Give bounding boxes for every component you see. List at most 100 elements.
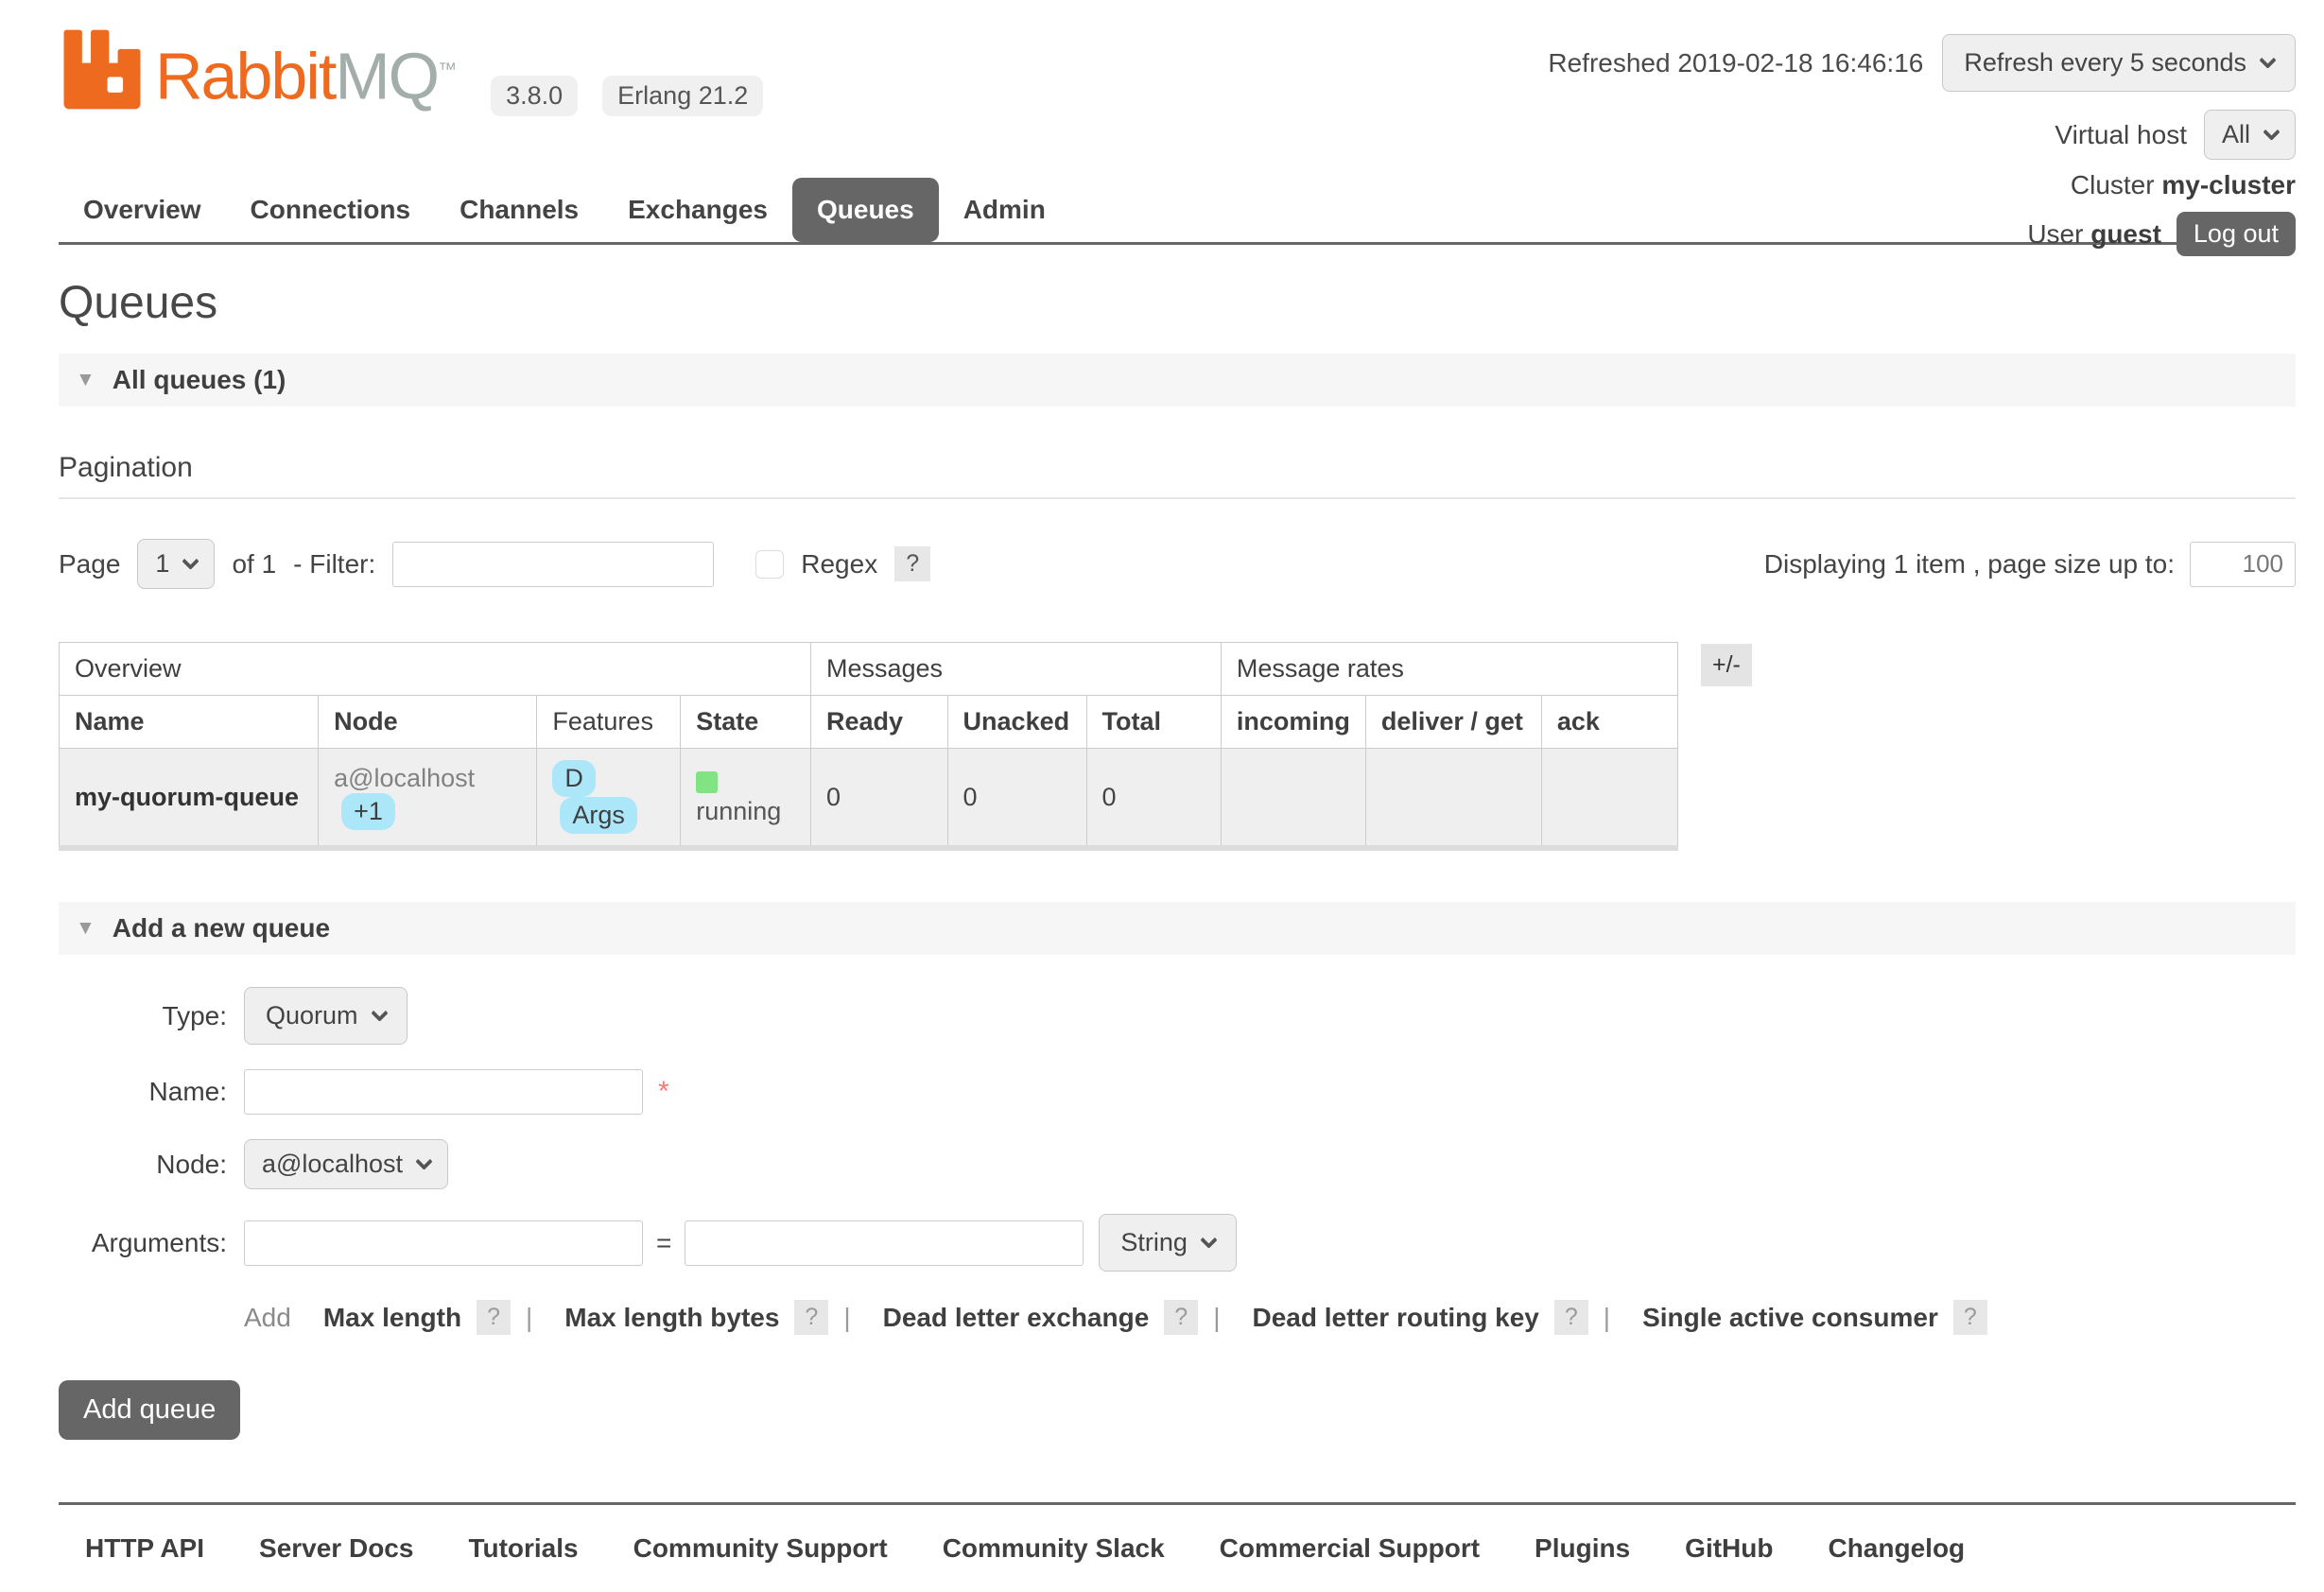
logout-button[interactable]: Log out [2177, 212, 2296, 256]
add-queue-form: Type: Quorum Name: * Node: a@localhost A… [59, 987, 2296, 1440]
group-header-message-rates: Message rates [1221, 643, 1677, 696]
footer-link-plugins[interactable]: Plugins [1535, 1533, 1630, 1564]
footer-link-http-api[interactable]: HTTP API [85, 1533, 204, 1564]
argument-presets-row: Add Max length ? | Max length bytes ? | … [244, 1300, 2296, 1335]
footer-link-tutorials[interactable]: Tutorials [468, 1533, 578, 1564]
trademark: ™ [438, 60, 455, 80]
queue-total-count: 0 [1086, 749, 1221, 849]
footer-link-community-slack[interactable]: Community Slack [943, 1533, 1165, 1564]
help-icon[interactable]: ? [477, 1300, 511, 1335]
preset-single-active-consumer[interactable]: Single active consumer [1642, 1303, 1938, 1333]
footer-link-github[interactable]: GitHub [1685, 1533, 1773, 1564]
page-select[interactable]: 1 [137, 539, 215, 589]
queue-name-link[interactable]: my-quorum-queue [75, 783, 299, 811]
all-queues-section-header[interactable]: ▼ All queues (1) [59, 354, 2296, 407]
col-header-unacked[interactable]: Unacked [947, 696, 1086, 749]
queue-rate-ack [1541, 749, 1677, 849]
footer-link-server-docs[interactable]: Server Docs [259, 1533, 413, 1564]
group-header-messages: Messages [810, 643, 1221, 696]
separator: | [526, 1303, 532, 1333]
add-queue-label: Add a new queue [113, 913, 330, 943]
col-header-state[interactable]: State [681, 696, 811, 749]
queues-table-area: Overview Messages Message rates Name Nod… [59, 642, 2296, 851]
column-toggle-button[interactable]: +/- [1701, 644, 1752, 686]
queue-type-value: Quorum [266, 1001, 358, 1030]
add-queue-section-header[interactable]: ▼ Add a new queue [59, 902, 2296, 955]
required-asterisk: * [658, 1076, 669, 1108]
help-icon[interactable]: ? [1953, 1300, 1987, 1335]
feature-durable-badge[interactable]: D [552, 760, 596, 797]
displaying-label: Displaying 1 item , page size up to: [1764, 549, 2175, 580]
col-header-incoming[interactable]: incoming [1221, 696, 1365, 749]
col-header-node[interactable]: Node [319, 696, 537, 749]
queue-node-select[interactable]: a@localhost [244, 1139, 448, 1189]
page-title: Queues [59, 277, 2296, 329]
rabbitmq-rabbit-icon [59, 26, 146, 120]
cluster-name: my-cluster [2161, 170, 2296, 199]
erlang-badge: Erlang 21.2 [602, 76, 763, 116]
col-header-ack[interactable]: ack [1541, 696, 1677, 749]
rabbitmq-logo[interactable]: RabbitMQ™ [59, 26, 455, 120]
footer-link-commercial-support[interactable]: Commercial Support [1220, 1533, 1480, 1564]
argument-value-input[interactable] [685, 1220, 1084, 1266]
header: RabbitMQ™ 3.8.0 Erlang 21.2 Refreshed 20… [59, 26, 2296, 236]
running-state-icon [696, 771, 718, 793]
equals-sign: = [656, 1228, 671, 1258]
table-column-header-row: Name Node Features State Ready Unacked T… [60, 696, 1678, 749]
preset-max-length[interactable]: Max length [323, 1303, 461, 1333]
preset-dead-letter-exchange[interactable]: Dead letter exchange [883, 1303, 1150, 1333]
node-plus-badge[interactable]: +1 [341, 793, 395, 830]
virtual-host-value: All [2222, 120, 2250, 149]
regex-label: Regex [801, 549, 877, 580]
version-badge: 3.8.0 [491, 76, 578, 116]
pagination-heading: Pagination [59, 452, 2296, 499]
queue-name-input[interactable] [244, 1069, 643, 1115]
triangle-down-icon: ▼ [76, 369, 95, 391]
separator: | [843, 1303, 850, 1333]
page-of-label: of 1 [232, 549, 276, 580]
footer-link-changelog[interactable]: Changelog [1828, 1533, 1965, 1564]
wordmark: RabbitMQ™ [155, 26, 455, 119]
argument-type-select[interactable]: String [1099, 1214, 1237, 1272]
node-label: Node: [59, 1150, 227, 1180]
table-row: my-quorum-queue a@localhost+1 DArgs runn… [60, 749, 1678, 849]
regex-checkbox[interactable] [755, 550, 784, 579]
page-size-input[interactable] [2190, 542, 2296, 587]
refresh-interval-select[interactable]: Refresh every 5 seconds [1942, 34, 2296, 92]
help-icon[interactable]: ? [1554, 1300, 1588, 1335]
group-header-overview: Overview [60, 643, 811, 696]
page-select-value: 1 [155, 549, 169, 579]
preset-max-length-bytes[interactable]: Max length bytes [564, 1303, 779, 1333]
user-name: guest [2090, 219, 2161, 249]
col-header-deliver-get[interactable]: deliver / get [1365, 696, 1541, 749]
queues-table: Overview Messages Message rates Name Nod… [59, 642, 1678, 851]
virtual-host-select[interactable]: All [2204, 110, 2296, 160]
preset-dead-letter-routing-key[interactable]: Dead letter routing key [1252, 1303, 1538, 1333]
chevron-down-icon [371, 1004, 388, 1021]
refresh-interval-value: Refresh every 5 seconds [1964, 48, 2246, 78]
argument-key-input[interactable] [244, 1220, 643, 1266]
wordmark-mq: MQ [335, 39, 438, 112]
arguments-label: Arguments: [59, 1228, 227, 1258]
filter-label: - Filter: [293, 549, 375, 580]
name-label: Name: [59, 1077, 227, 1107]
footer-link-community-support[interactable]: Community Support [633, 1533, 888, 1564]
page-label: Page [59, 549, 120, 580]
regex-help-icon[interactable]: ? [894, 546, 930, 581]
filter-input[interactable] [392, 542, 714, 587]
feature-args-badge[interactable]: Args [560, 797, 637, 834]
pagination-controls: Page 1 of 1 - Filter: Regex ? Displaying… [59, 539, 2296, 589]
rabbitmq-management-page: RabbitMQ™ 3.8.0 Erlang 21.2 Refreshed 20… [0, 0, 2324, 1592]
help-icon[interactable]: ? [794, 1300, 828, 1335]
help-icon[interactable]: ? [1164, 1300, 1198, 1335]
chevron-down-icon [415, 1152, 432, 1169]
col-header-ready[interactable]: Ready [810, 696, 947, 749]
col-header-features: Features [537, 696, 681, 749]
col-header-total[interactable]: Total [1086, 696, 1221, 749]
queue-type-select[interactable]: Quorum [244, 987, 408, 1045]
separator: | [1213, 1303, 1220, 1333]
virtual-host-label: Virtual host [2055, 120, 2187, 150]
type-label: Type: [59, 1001, 227, 1031]
col-header-name[interactable]: Name [60, 696, 319, 749]
add-argument-link[interactable]: Add [244, 1303, 291, 1333]
